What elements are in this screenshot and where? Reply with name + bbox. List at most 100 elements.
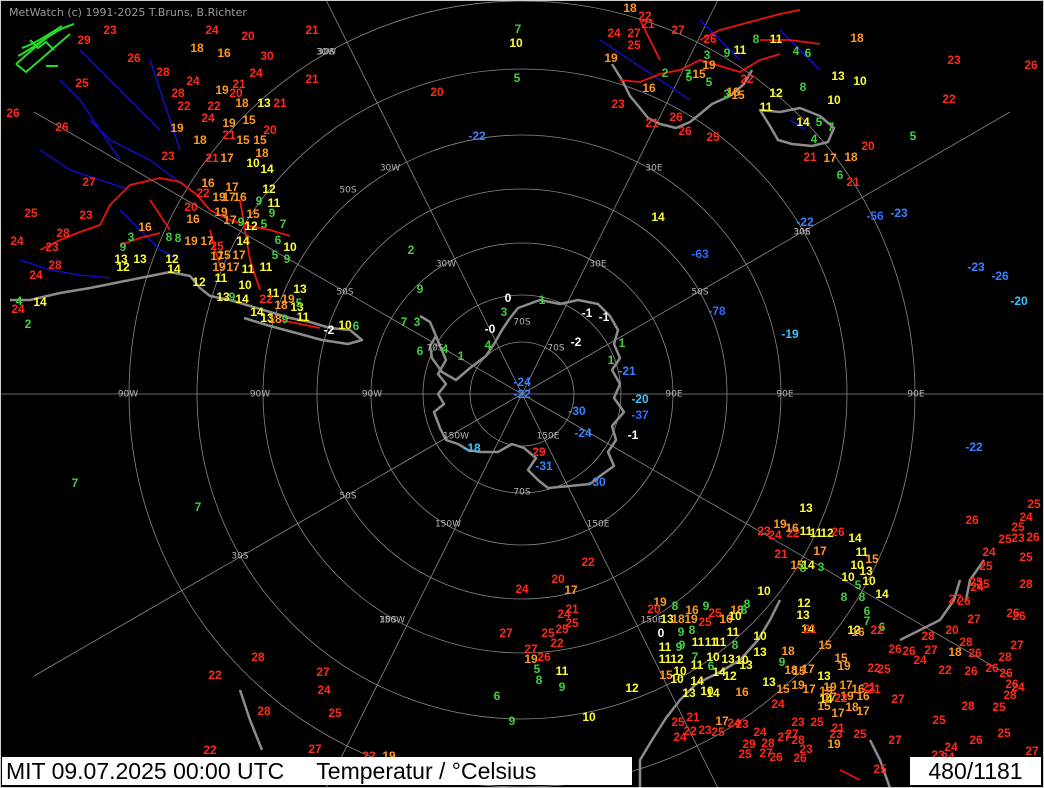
station-temperature: -0: [485, 322, 496, 336]
station-temperature: 25: [810, 715, 824, 729]
station-temperature: 17: [831, 706, 845, 720]
station-temperature: 26: [957, 594, 971, 608]
station-temperature: 9: [269, 206, 276, 220]
station-temperature: 19: [791, 678, 805, 692]
station-temperature: 26: [999, 666, 1013, 680]
station-temperature: 19: [837, 659, 851, 673]
station-temperature: 1: [619, 336, 626, 350]
station-temperature: 5: [514, 71, 521, 85]
station-temperature: 7: [401, 315, 408, 329]
station-temperature: 22: [177, 99, 191, 113]
station-temperature: 20: [861, 139, 875, 153]
station-temperature: 28: [171, 86, 185, 100]
station-temperature: 28: [251, 650, 265, 664]
station-temperature: 16: [138, 220, 152, 234]
station-temperature: 23: [1011, 531, 1025, 545]
station-temperature: 26: [127, 51, 141, 65]
station-temperature: 17: [220, 151, 234, 165]
station-temperature: 7: [515, 22, 522, 36]
station-temperature: -1: [582, 306, 593, 320]
station-temperature: 26: [1024, 58, 1038, 72]
station-temperature: 26: [969, 733, 983, 747]
station-temperature: 27: [316, 665, 330, 679]
station-temperature: 7: [72, 476, 79, 490]
station-temperature: 24: [607, 26, 621, 40]
station-temperature: 22: [208, 668, 222, 682]
station-temperature: -22: [965, 440, 983, 454]
station-temperature: 15: [865, 552, 879, 566]
station-temperature: 13: [762, 675, 776, 689]
station-temperature: 22: [581, 555, 595, 569]
station-temperature: 27: [308, 742, 322, 756]
station-temperature: 14: [33, 295, 47, 309]
station-temperature: 12: [244, 219, 258, 233]
station-temperature: 24: [982, 545, 996, 559]
station-temperature: 27: [888, 733, 902, 747]
station-temperature: 22: [638, 9, 652, 23]
station-temperature: 28: [1019, 577, 1033, 591]
station-temperature: 8: [859, 590, 866, 604]
longitude-label: 150E: [537, 432, 560, 442]
station-temperature: 16: [851, 625, 865, 639]
station-temperature: 15: [236, 133, 250, 147]
station-temperature: 21: [774, 547, 788, 561]
station-temperature: -22: [468, 129, 486, 143]
station-temperature: 27: [777, 730, 791, 744]
station-temperature: 10: [670, 672, 684, 686]
station-temperature: 7: [280, 217, 287, 231]
station-temperature: 8: [800, 80, 807, 94]
station-temperature: 12: [769, 86, 783, 100]
station-temperature: 13: [293, 282, 307, 296]
station-temperature: 18: [850, 31, 864, 45]
station-temperature: 10: [338, 318, 352, 332]
station-temperature: 16: [217, 46, 231, 60]
station-temperature: 6: [417, 344, 424, 358]
station-temperature: 26: [1012, 609, 1026, 623]
station-temperature: 10: [853, 74, 867, 88]
station-temperature: -18: [463, 441, 481, 455]
station-temperature: 21: [803, 150, 817, 164]
station-temperature: 9: [509, 714, 516, 728]
station-temperature: 2: [25, 317, 32, 331]
station-temperature: 16: [186, 212, 200, 226]
station-temperature: 6: [805, 46, 812, 60]
longitude-label: 90E: [776, 390, 793, 400]
station-temperature: 4: [442, 342, 449, 356]
station-temperature: 5: [296, 296, 303, 310]
station-temperature: 20: [945, 623, 959, 637]
latitude-label: 30S: [231, 552, 248, 562]
station-temperature: 13: [796, 608, 810, 622]
station-temperature: 2: [408, 243, 415, 257]
station-temperature: 8: [536, 673, 543, 687]
station-temperature: 25: [932, 713, 946, 727]
station-temperature: 13: [682, 686, 696, 700]
station-temperature: 25: [328, 706, 342, 720]
station-temperature: 3: [818, 560, 825, 574]
station-temperature: 21: [273, 96, 287, 110]
station-temperature: 17: [813, 544, 827, 558]
station-temperature: -2: [324, 323, 335, 337]
station-temperature: 27: [499, 626, 513, 640]
station-temperature: 17: [223, 213, 237, 227]
longitude-label: 90E: [665, 390, 682, 400]
station-temperature: 20: [551, 572, 565, 586]
station-temperature: 23: [698, 723, 712, 737]
station-temperature: 5: [272, 248, 279, 262]
station-temperature: 24: [205, 23, 219, 37]
station-temperature: 26: [985, 661, 999, 675]
station-temperature: 18: [235, 96, 249, 110]
station-temperature: 16: [785, 521, 799, 535]
station-temperature: 24: [201, 111, 215, 125]
parameter-label: Temperatur / °Celsius: [316, 757, 537, 784]
station-temperature: -23: [890, 206, 908, 220]
station-temperature: 11: [556, 664, 569, 678]
station-temperature: 26: [769, 750, 783, 764]
station-temperature: 12: [262, 182, 276, 196]
station-temperature: 11: [215, 271, 228, 285]
station-temperature: 14: [236, 234, 250, 248]
station-temperature: 19: [170, 121, 184, 135]
station-temperature: 26: [888, 642, 902, 656]
station-temperature: 25: [992, 700, 1006, 714]
station-temperature: -21: [618, 364, 636, 378]
station-temperature: 11: [727, 625, 740, 639]
